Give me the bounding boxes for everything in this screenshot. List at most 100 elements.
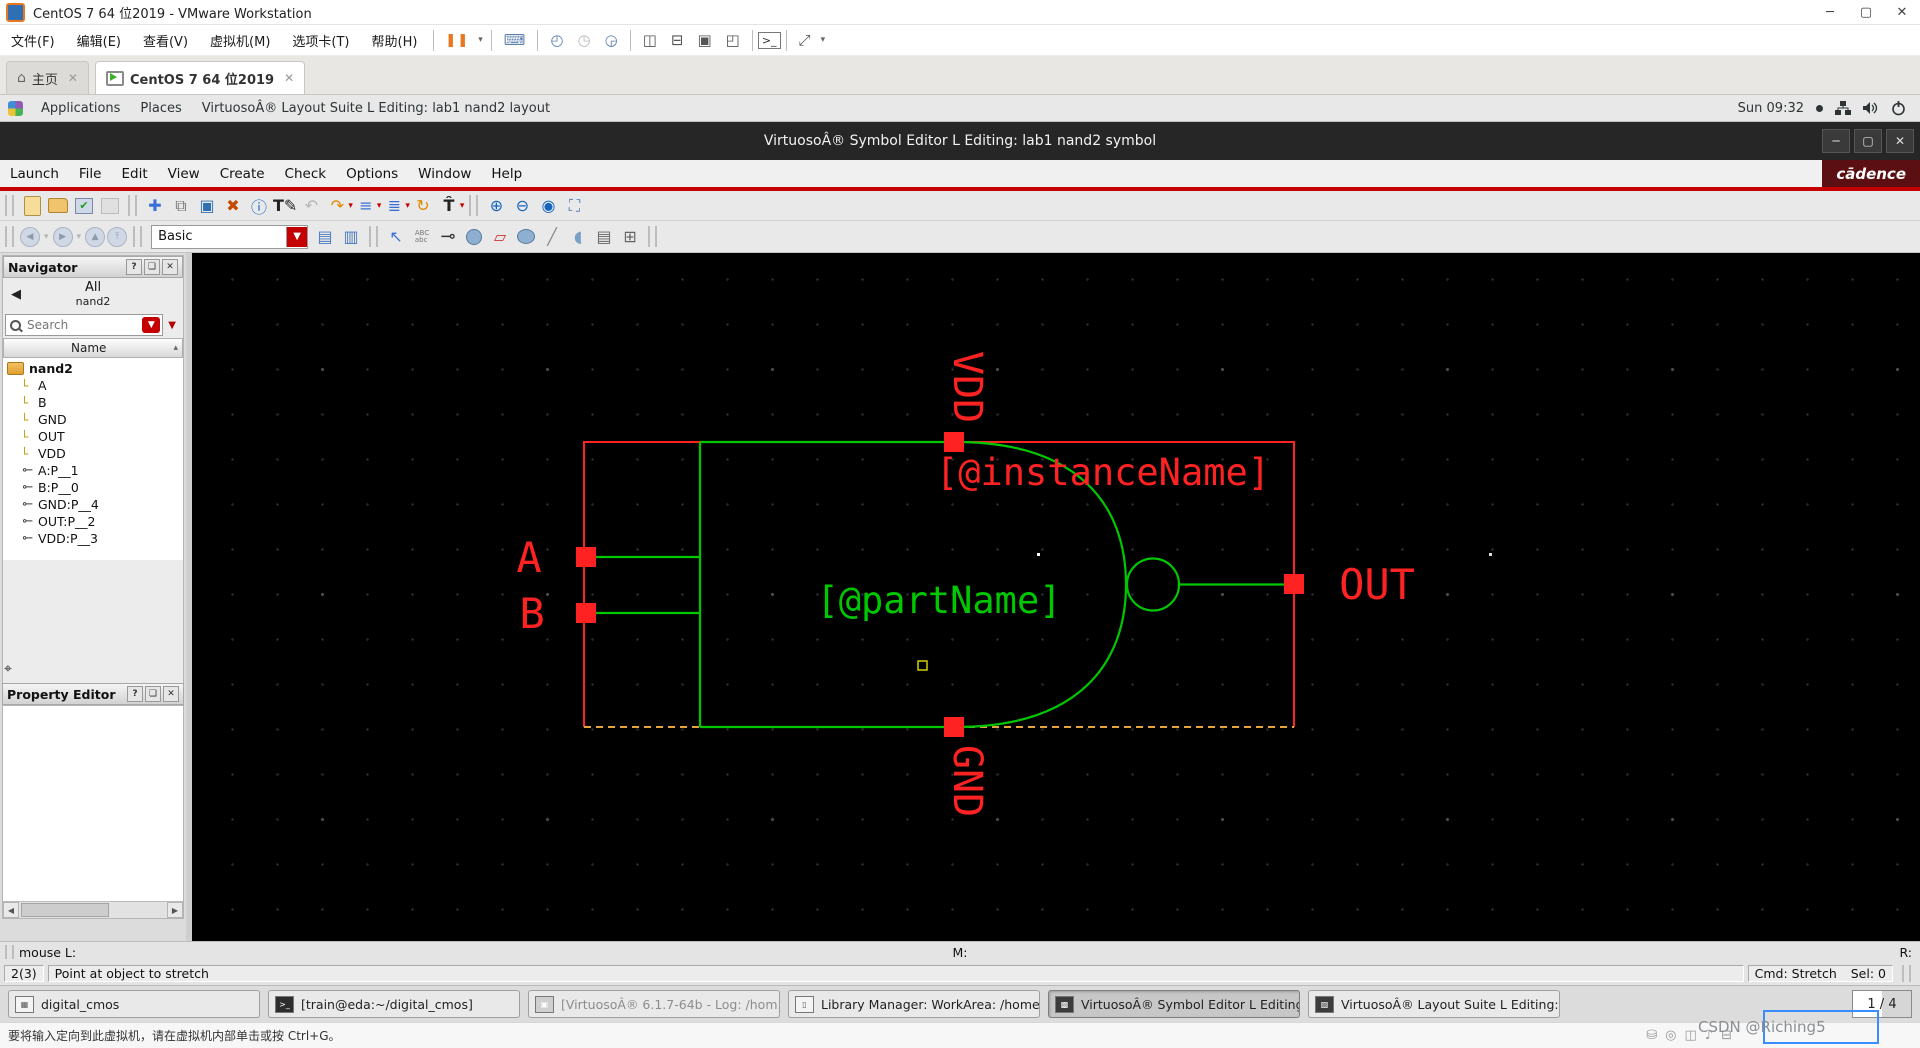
create-polygon-icon[interactable]: ▱: [488, 225, 512, 249]
maximize-button[interactable]: ▢: [1848, 0, 1884, 24]
places-menu[interactable]: Places: [130, 101, 191, 116]
layers-icon[interactable]: ▤: [313, 225, 337, 249]
properties-info-icon[interactable]: ⓘ: [247, 194, 271, 218]
property-close-icon[interactable]: ✕: [163, 686, 179, 702]
new-cellview-icon[interactable]: [20, 194, 44, 218]
nand-bubble[interactable]: [1125, 557, 1181, 612]
pin-label-gnd[interactable]: GND: [944, 745, 990, 817]
tree-name-header[interactable]: Name ▴: [3, 338, 183, 358]
label-size-dropdown-icon[interactable]: ▾: [460, 201, 465, 211]
menu-help[interactable]: Help: [481, 166, 532, 182]
pin-label-a[interactable]: A: [516, 533, 541, 582]
pin-label-vdd[interactable]: VDD: [944, 351, 990, 423]
pin-square-vdd[interactable]: [944, 432, 964, 452]
create-pin-icon[interactable]: ⊸: [436, 225, 460, 249]
menu-options[interactable]: Options: [336, 166, 408, 182]
take-snapshot-icon[interactable]: ◴: [543, 31, 570, 49]
vm-menu-vm[interactable]: 虚拟机(M): [199, 31, 281, 50]
power-icon[interactable]: [1891, 100, 1906, 116]
tree-pin-gnd[interactable]: ⊸ GND:P__4: [7, 496, 183, 513]
copy-icon[interactable]: ⧉: [169, 194, 193, 218]
move-icon[interactable]: ✚: [143, 194, 167, 218]
fullscreen-icon[interactable]: ▣: [690, 31, 718, 49]
vm-menu-tabs[interactable]: 选项卡(T): [281, 31, 360, 50]
vm-menu-edit[interactable]: 编辑(E): [66, 31, 132, 50]
instance-name-label[interactable]: [@instanceName]: [936, 451, 1270, 494]
virtuoso-close-button[interactable]: ✕: [1886, 129, 1914, 153]
task-symbol-editor[interactable]: ▩ VirtuosoÂ® Symbol Editor L Editing:...: [1048, 990, 1300, 1018]
redo-icon[interactable]: ↷: [325, 194, 349, 218]
symbol-canvas[interactable]: A B OUT VDD GND [@instanceName] [@partNa…: [192, 253, 1920, 941]
menu-file[interactable]: File: [69, 166, 112, 182]
zoom-fit-icon[interactable]: ◉: [536, 194, 560, 218]
menu-launch[interactable]: Launch: [0, 166, 69, 182]
tab-centos-close-icon[interactable]: ✕: [284, 71, 294, 85]
pin-square-out[interactable]: [1284, 574, 1304, 594]
tree-root-nand2[interactable]: nand2: [7, 360, 183, 377]
redo-dropdown-icon[interactable]: ▾: [348, 201, 353, 211]
align-icon[interactable]: ≡: [354, 194, 378, 218]
zoom-out-icon[interactable]: ⊖: [510, 194, 534, 218]
navigator-back-icon[interactable]: ◀: [11, 287, 21, 302]
create-circle-icon[interactable]: [462, 225, 486, 249]
pin-square-gnd[interactable]: [944, 717, 964, 737]
active-window-item[interactable]: VirtuosoÂ® Layout Suite L Editing: lab1 …: [192, 101, 560, 116]
task-library-manager[interactable]: ▯ Library Manager: WorkArea: /home/...: [788, 990, 1040, 1018]
scroll-left-icon[interactable]: ◀: [3, 902, 19, 918]
tab-centos-vm[interactable]: CentOS 7 64 位2019 ✕: [94, 61, 306, 94]
tree-pin-b[interactable]: ⊸ B:P__0: [7, 479, 183, 496]
property-editor-titlebar[interactable]: Property Editor ? ❏ ✕: [2, 683, 184, 705]
tray-network-icon[interactable]: ◫: [1685, 1028, 1697, 1043]
volume-icon[interactable]: [1863, 101, 1879, 115]
navigator-help-icon[interactable]: ?: [126, 259, 142, 275]
search-options-icon[interactable]: ▼: [163, 320, 181, 331]
tree-net-vdd[interactable]: └ VDD: [7, 445, 183, 462]
clock[interactable]: Sun 09:32: [1738, 101, 1804, 116]
distribute-icon[interactable]: ≣: [382, 194, 406, 218]
search-dropdown-icon[interactable]: ▼: [142, 317, 161, 333]
pin-label-b[interactable]: B: [519, 589, 544, 638]
applications-menu[interactable]: Applications: [31, 101, 130, 116]
property-hscrollbar[interactable]: ◀ ▶: [3, 901, 183, 918]
navigator-close-icon[interactable]: ✕: [162, 259, 178, 275]
close-button[interactable]: ✕: [1884, 0, 1920, 24]
navigator-float-icon[interactable]: ❏: [144, 259, 160, 275]
search-input[interactable]: [25, 317, 143, 333]
tray-hdd-icon[interactable]: ⛁: [1646, 1028, 1657, 1043]
vm-menu-view[interactable]: 查看(V): [132, 31, 199, 50]
show-thumbnail-bar-icon[interactable]: ⊟: [664, 31, 691, 49]
property-float-icon[interactable]: ❏: [145, 686, 161, 702]
distribute-dropdown-icon[interactable]: ▾: [405, 201, 410, 211]
task-layout-suite[interactable]: ▨ VirtuosoÂ® Layout Suite L Editing: L..…: [1308, 990, 1560, 1018]
tree-pin-a[interactable]: ⊸ A:P__1: [7, 462, 183, 479]
pin-square-a[interactable]: [576, 547, 596, 567]
select-cursor-icon[interactable]: ↖: [384, 225, 408, 249]
zoom-in-icon[interactable]: ⊕: [484, 194, 508, 218]
open-icon[interactable]: [46, 194, 70, 218]
distro-logo-icon[interactable]: [8, 100, 23, 116]
pin-square-b[interactable]: [576, 603, 596, 623]
unity-mode-icon[interactable]: ◰: [719, 31, 747, 49]
label-size-icon[interactable]: T̂: [437, 194, 461, 218]
tree-net-b[interactable]: └ B: [7, 394, 183, 411]
open-console-icon[interactable]: >_: [757, 31, 781, 49]
suspend-dropdown-icon[interactable]: ▾: [475, 35, 486, 45]
tree-net-out[interactable]: └ OUT: [7, 428, 183, 445]
create-arc-icon[interactable]: ◖: [566, 225, 590, 249]
create-label-icon[interactable]: ABC abc: [410, 225, 434, 249]
create-ellipse-icon[interactable]: [514, 225, 538, 249]
palette-dropdown-icon[interactable]: ▼: [286, 226, 308, 247]
delete-icon[interactable]: ✖: [221, 194, 245, 218]
navigator-titlebar[interactable]: Navigator ? ❏ ✕: [3, 256, 183, 278]
tray-cd-icon[interactable]: ◎: [1665, 1028, 1676, 1043]
tab-home[interactable]: ⌂ 主页 ✕: [6, 61, 89, 94]
show-library-icon[interactable]: ◫: [636, 31, 664, 49]
vm-menu-help[interactable]: 帮助(H): [361, 31, 429, 50]
task-terminal[interactable]: >_ [train@eda:~/digital_cmos]: [268, 990, 520, 1018]
part-name-label[interactable]: [@partName]: [816, 579, 1061, 622]
menu-view[interactable]: View: [158, 166, 210, 182]
tree-net-a[interactable]: └ A: [7, 377, 183, 394]
align-dropdown-icon[interactable]: ▾: [377, 201, 382, 211]
snapshot-manager-icon[interactable]: ◶: [598, 31, 625, 49]
virtuoso-minimize-button[interactable]: ─: [1822, 129, 1850, 153]
